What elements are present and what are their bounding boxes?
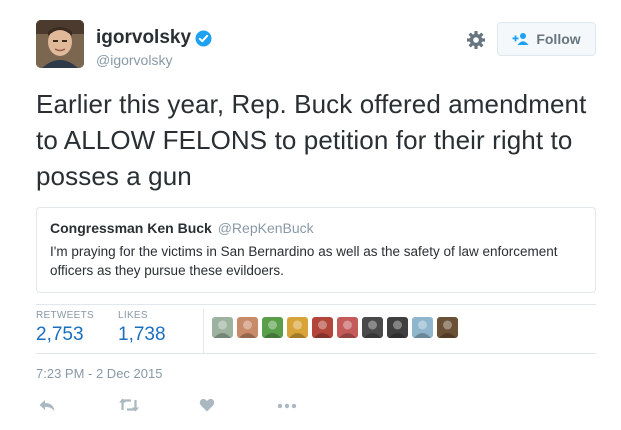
quoted-tweet-text: I'm praying for the victims in San Berna… (50, 244, 558, 278)
timestamp[interactable]: 7:23 PM - 2 Dec 2015 (36, 366, 162, 381)
like-icon[interactable] (199, 397, 215, 415)
reply-icon[interactable] (38, 397, 56, 415)
liker-avatar-icon[interactable] (337, 317, 358, 338)
liker-avatar-icon[interactable] (312, 317, 333, 338)
follow-label: Follow (536, 31, 581, 47)
liker-avatar-icon[interactable] (412, 317, 433, 338)
liker-avatar-icon[interactable] (362, 317, 383, 338)
retweets-label: RETWEETS (36, 310, 94, 321)
profile-photo-icon[interactable] (36, 20, 84, 68)
divider (36, 304, 596, 305)
liker-avatar-icon[interactable] (387, 317, 408, 338)
likes-label: LIKES (118, 310, 148, 321)
quoted-tweet[interactable]: Congressman Ken Buck @RepKenBuck I'm pra… (36, 207, 596, 293)
verified-badge-icon (195, 30, 212, 47)
retweet-icon[interactable] (118, 397, 140, 415)
quoted-tweet-header: Congressman Ken Buck @RepKenBuck (50, 220, 582, 236)
liker-avatar-icon[interactable] (287, 317, 308, 338)
quoted-author-handle: @RepKenBuck (217, 220, 314, 236)
likes-stat[interactable]: LIKES 1,738 (118, 310, 166, 346)
add-person-icon (512, 32, 530, 46)
stat-separator (203, 309, 204, 353)
tweet-text: Earlier this year, Rep. Buck offered ame… (36, 89, 587, 191)
more-icon[interactable] (277, 397, 297, 415)
likes-count: 1,738 (118, 324, 166, 345)
likers-list (212, 317, 462, 338)
author-name[interactable]: igorvolsky (96, 27, 191, 49)
quoted-author-name: Congressman Ken Buck (50, 220, 212, 236)
author-handle[interactable]: @igorvolsky (96, 52, 172, 68)
liker-avatar-icon[interactable] (262, 317, 283, 338)
retweets-count: 2,753 (36, 324, 84, 345)
retweets-stat[interactable]: RETWEETS 2,753 (36, 310, 94, 346)
liker-avatar-icon[interactable] (437, 317, 458, 338)
author-name-row: igorvolsky (96, 27, 212, 49)
follow-button[interactable]: Follow (497, 22, 596, 56)
gear-icon[interactable] (466, 30, 486, 50)
liker-avatar-icon[interactable] (212, 317, 233, 338)
divider (36, 353, 596, 354)
liker-avatar-icon[interactable] (237, 317, 258, 338)
